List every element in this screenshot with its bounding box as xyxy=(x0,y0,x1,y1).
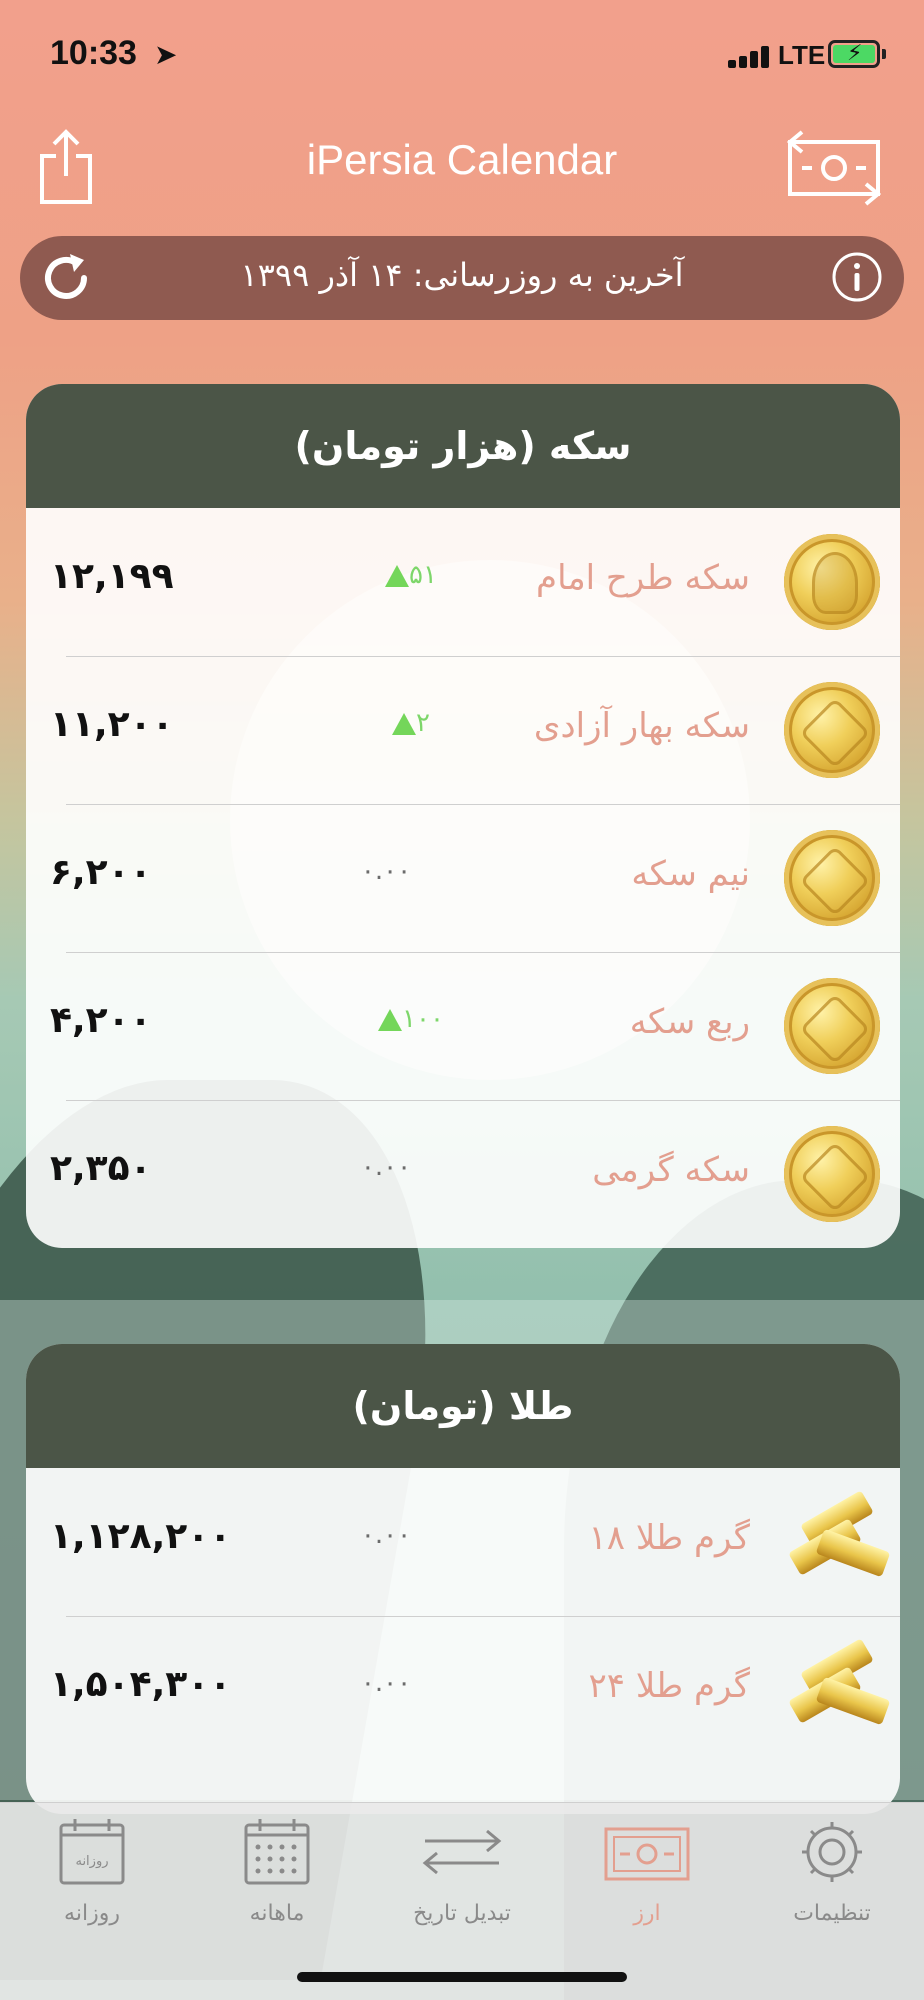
signal-strength-icon xyxy=(728,46,770,68)
arrow-up-icon xyxy=(385,564,410,587)
gold-card-title: طلا (تومان) xyxy=(26,1344,900,1468)
list-item[interactable]: نیم سکه ۰.۰۰ ۶,۲۰۰ xyxy=(26,804,900,952)
price-change: ۵۱ xyxy=(346,560,466,590)
tab-label: تنظیمات xyxy=(793,1901,871,1926)
price-change: ۱۰۰ xyxy=(346,1004,466,1034)
list-item[interactable]: گرم طلا ۱۸ ۰.۰۰ ۱,۱۲۸,۲۰۰ xyxy=(26,1468,900,1616)
list-item[interactable]: سکه گرمی ۰.۰۰ ۲,۳۵۰ xyxy=(26,1100,900,1248)
navigation-bar: iPersia Calendar xyxy=(0,110,924,230)
coin-icon xyxy=(784,1126,880,1222)
info-icon[interactable] xyxy=(830,250,884,304)
item-price: ۱۱,۲۰۰ xyxy=(50,704,174,745)
list-item[interactable]: گرم طلا ۲۴ ۰.۰۰ ۱,۵۰۴,۳۰۰ xyxy=(26,1616,900,1764)
arrow-up-icon xyxy=(392,712,417,735)
daily-calendar-icon: روزانه xyxy=(59,1819,125,1885)
tab-bar: روزانه روزانه ماهانه تبدیل تاریخ ارز تنظ… xyxy=(0,1802,924,2000)
price-change: ۰.۰۰ xyxy=(360,1520,412,1550)
status-time: 10:33 xyxy=(50,34,137,72)
network-type: LTE xyxy=(778,40,826,70)
price-change: ۰.۰۰ xyxy=(360,1152,412,1182)
price-change: ۰.۰۰ xyxy=(360,1668,412,1698)
tab-daily[interactable]: روزانه روزانه xyxy=(0,1817,184,1937)
item-name: سکه بهار آزادی xyxy=(533,706,750,746)
item-name: سکه گرمی xyxy=(592,1150,750,1190)
tab-monthly[interactable]: ماهانه xyxy=(185,1817,369,1937)
item-price: ۱,۵۰۴,۳۰۰ xyxy=(50,1664,232,1705)
item-price: ۶,۲۰۰ xyxy=(50,852,152,893)
tab-label: روزانه xyxy=(64,1901,120,1926)
coin-portrait-icon xyxy=(784,534,880,630)
tab-label: ماهانه xyxy=(249,1901,305,1926)
gold-bars-icon xyxy=(784,1638,891,1738)
gear-icon xyxy=(802,1822,862,1882)
coins-card-title: سکه (هزار تومان) xyxy=(26,384,900,508)
tab-settings[interactable]: تنظیمات xyxy=(740,1817,924,1937)
item-price: ۱۲,۱۹۹ xyxy=(50,556,174,597)
svg-text:روزانه: روزانه xyxy=(75,1854,108,1869)
battery-icon: ⚡ xyxy=(828,40,880,68)
item-name: گرم طلا ۱۸ xyxy=(588,1518,751,1558)
item-name: نیم سکه xyxy=(631,854,750,894)
item-price: ۱,۱۲۸,۲۰۰ xyxy=(50,1516,232,1557)
last-update-bar: آخرین به روزرسانی: ۱۴ آذر ۱۳۹۹ xyxy=(20,236,904,320)
tab-label: ارز xyxy=(633,1901,661,1926)
currency-exchange-icon[interactable] xyxy=(782,124,886,212)
battery-tip xyxy=(882,49,886,59)
location-arrow-icon: ➤ xyxy=(154,38,178,71)
price-change: ۲ xyxy=(346,708,466,738)
monthly-calendar-icon xyxy=(244,1819,310,1885)
convert-arrows-icon xyxy=(422,1829,502,1875)
status-bar: 10:33 ➤ LTE ⚡ xyxy=(0,0,924,110)
item-price: ۴,۲۰۰ xyxy=(50,1000,152,1041)
list-item[interactable]: ربع سکه ۱۰۰ ۴,۲۰۰ xyxy=(26,952,900,1100)
item-price: ۲,۳۵۰ xyxy=(50,1148,152,1189)
coin-icon xyxy=(784,682,880,778)
list-item[interactable]: سکه بهار آزادی ۲ ۱۱,۲۰۰ xyxy=(26,656,900,804)
home-indicator xyxy=(297,1972,627,1982)
refresh-icon[interactable] xyxy=(36,248,96,308)
item-name: گرم طلا ۲۴ xyxy=(588,1666,751,1706)
coin-icon xyxy=(784,978,880,1074)
arrow-up-icon xyxy=(378,1008,403,1031)
currency-icon xyxy=(604,1827,690,1881)
last-update-text: آخرین به روزرسانی: ۱۴ آذر ۱۳۹۹ xyxy=(240,256,684,294)
tab-label: تبدیل تاریخ xyxy=(413,1901,511,1926)
item-name: ربع سکه xyxy=(629,1002,750,1042)
coin-icon xyxy=(784,830,880,926)
gold-card: طلا (تومان) گرم طلا ۱۸ ۰.۰۰ ۱,۱۲۸,۲۰۰ گر… xyxy=(26,1344,900,1814)
tab-currency[interactable]: ارز xyxy=(555,1817,739,1937)
item-name: سکه طرح امام xyxy=(536,558,750,598)
tab-date-converter[interactable]: تبدیل تاریخ xyxy=(370,1817,554,1937)
gold-bars-icon xyxy=(784,1490,891,1590)
price-change: ۰.۰۰ xyxy=(360,856,412,886)
list-item[interactable]: سکه طرح امام ۵۱ ۱۲,۱۹۹ xyxy=(26,508,900,656)
coins-card: سکه (هزار تومان) سکه طرح امام ۵۱ ۱۲,۱۹۹ … xyxy=(26,384,900,1248)
